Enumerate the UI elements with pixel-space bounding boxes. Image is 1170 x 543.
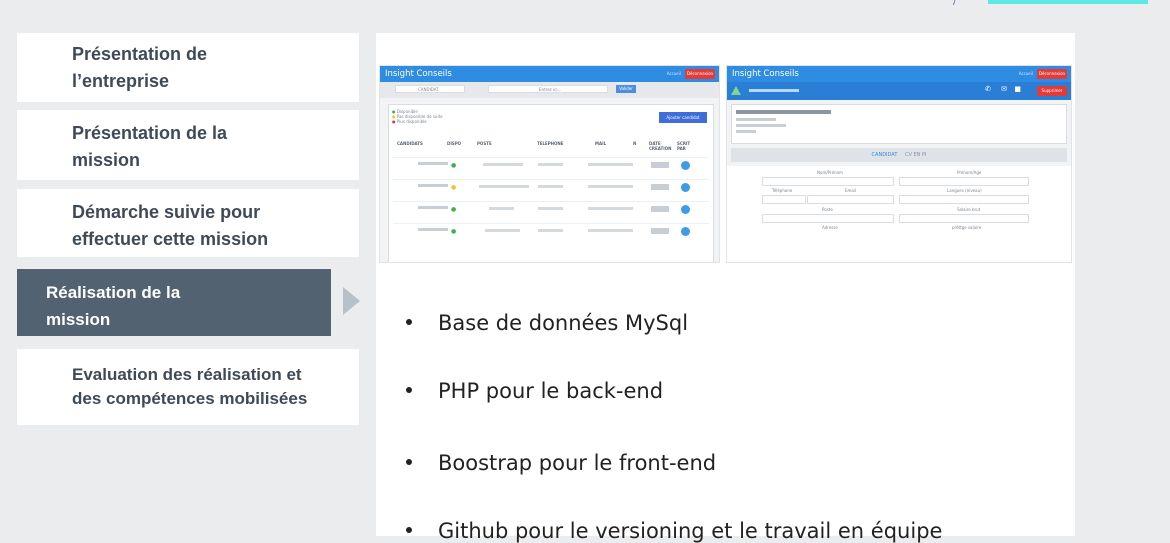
candidate-card: ● Disponible ● Pas disponible de suite ●… [388, 104, 714, 262]
add-candidate-button[interactable]: Ajouter candidat [659, 112, 707, 123]
list-item-text: Base de données MySql [438, 311, 689, 335]
nav-item-realisation-active[interactable]: Réalisation de la mission [17, 269, 331, 336]
list-item-text: Boostrap pour le front-end [438, 451, 717, 475]
nav-item-demarche[interactable]: Démarche suivie pour effectuer cette mis… [17, 189, 359, 257]
input-salaire[interactable] [899, 214, 1029, 223]
mail-icon[interactable]: ✉ [1001, 85, 1007, 93]
bullet-icon [406, 387, 412, 393]
bullet-icon [406, 459, 412, 465]
candidate-header-bar: ✆ ✉ ■ Supprimer [727, 82, 1071, 100]
logout-button[interactable]: Déconnexion [685, 69, 715, 79]
nav-item-label-line2: effectuer cette mission [72, 229, 269, 249]
nav-item-label-line1: Evaluation des réalisation et [72, 365, 302, 384]
input-langues[interactable] [899, 195, 1029, 204]
phone-icon[interactable]: ✆ [985, 85, 991, 93]
list-item-text: PHP pour le back-end [438, 379, 664, 403]
app-navbar: Insight Conseils Accueil Déconnexion [727, 66, 1071, 82]
tab-candidat[interactable]: CANDIDAT [872, 152, 898, 158]
label-email: Email [845, 188, 857, 193]
col-n: N [633, 141, 637, 146]
label-poste: Poste [822, 207, 833, 212]
validate-button[interactable]: Valider [616, 85, 636, 93]
table-header: CANDIDATS DISPO POSTE TELEPHONE MAIL N D… [397, 141, 707, 151]
nav-item-label-line1: Présentation de [72, 44, 208, 64]
label-nom: Nom/Prénom [817, 170, 843, 175]
table-row[interactable]: ● [393, 179, 709, 200]
search-input[interactable]: Entrez ici... [488, 85, 608, 93]
tab-cv[interactable]: CV EN PI [905, 152, 926, 158]
nav-item-label-line2: l’entreprise [72, 71, 170, 91]
list-item: PHP pour le back-end [406, 379, 663, 403]
input-poste[interactable] [762, 214, 894, 223]
col-poste: POSTE [477, 141, 492, 146]
availability-legend: ● Disponible ● Pas disponible de suite ●… [392, 109, 443, 124]
table-row[interactable]: ● [393, 201, 709, 222]
label-langues: Langues (niveau) [947, 188, 982, 193]
nav-item-label-line2: mission [46, 310, 111, 329]
col-telephone: TELEPHONE [537, 141, 564, 146]
label-telephone: Téléphone [772, 188, 793, 193]
col-dispo: DISPO [447, 141, 462, 146]
app-screenshot-candidate-detail: Insight Conseils Accueil Déconnexion ✆ ✉… [726, 65, 1072, 263]
nav-item-evaluation[interactable]: Evaluation des réalisation et des compét… [17, 349, 359, 425]
legend-unavailable: Plus disponible [396, 119, 427, 124]
bullet-icon [406, 319, 412, 325]
col-mail: MAIL [595, 141, 607, 146]
nav-link-accueil[interactable]: Accueil [1019, 66, 1033, 82]
top-slash-mark: / [953, 0, 957, 7]
list-item: Github pour le versioning et le travail … [406, 519, 942, 543]
table-row[interactable]: ● [393, 157, 709, 178]
filter-select[interactable]: CANDIDAT [395, 85, 465, 93]
trash-icon[interactable]: ■ [1014, 85, 1021, 93]
label-age: Prénom/Age [957, 170, 982, 175]
nav-item-entreprise[interactable]: Présentation de l’entreprise [17, 33, 359, 102]
delete-button[interactable]: Supprimer [1037, 86, 1067, 96]
col-candidats: CANDIDATS [397, 141, 423, 146]
label-salaire: Salaire brut [957, 207, 981, 212]
nav-item-label-line1: Réalisation de la [46, 283, 181, 302]
label-adresse: Adresse [822, 225, 838, 230]
nav-link-accueil[interactable]: Accueil [667, 66, 681, 82]
candidate-form: Nom/Prénom Prénom/Age Téléphone Email La… [727, 166, 1071, 262]
input-telephone[interactable] [762, 195, 806, 204]
detail-tabs: CANDIDAT CV EN PI [731, 148, 1067, 162]
logo-icon [731, 86, 741, 95]
input-email[interactable] [807, 195, 894, 204]
app-screenshot-candidate-list: Insight Conseils Accueil Déconnexion CAN… [379, 65, 720, 263]
nav-item-label-line2: mission [72, 150, 141, 170]
table-row[interactable]: ● [393, 223, 709, 244]
list-item: Boostrap pour le front-end [406, 451, 716, 475]
active-section-arrow [343, 287, 360, 315]
top-accent-line [988, 0, 1148, 4]
logout-button[interactable]: Déconnexion [1037, 69, 1067, 79]
input-nom[interactable] [762, 177, 894, 186]
nav-item-presentation-mission[interactable]: Présentation de la mission [17, 110, 359, 180]
col-date: DATE CREATION [649, 141, 672, 151]
input-age[interactable] [899, 177, 1029, 186]
bullet-icon [406, 527, 412, 533]
candidate-summary-card [731, 104, 1067, 144]
list-item-text: Github pour le versioning et le travail … [438, 519, 943, 543]
nav-item-label-line1: Présentation de la [72, 123, 228, 143]
app-title: Insight Conseils [732, 69, 799, 79]
label-pretge: préttge salaire [952, 225, 982, 230]
filter-bar: CANDIDAT Entrez ici... Valider [380, 82, 719, 98]
col-scrit: SCRIT PAR [677, 141, 691, 151]
app-title: Insight Conseils [385, 69, 452, 79]
app-navbar: Insight Conseils Accueil Déconnexion [380, 66, 719, 82]
list-item: Base de données MySql [406, 311, 688, 335]
nav-item-label-line2: des compétences mobilisées [72, 389, 308, 408]
nav-item-label-line1: Démarche suivie pour [72, 202, 261, 222]
